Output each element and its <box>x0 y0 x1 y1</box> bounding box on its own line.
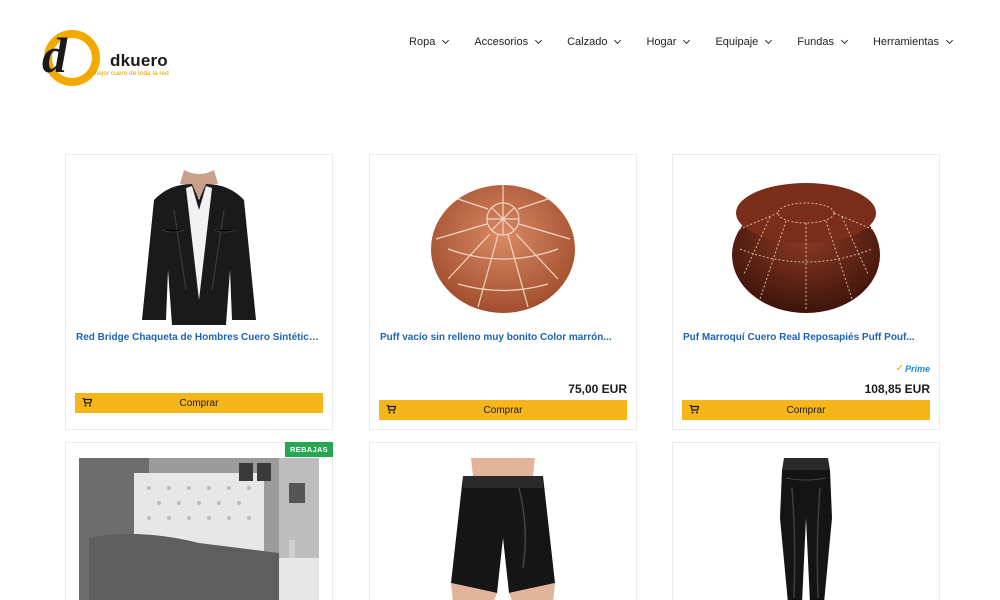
nav-item-label: Herramientas <box>872 36 939 48</box>
logo-mark-icon: d <box>42 27 100 86</box>
prime-label: Prime <box>904 363 930 374</box>
leather-jacket-image[interactable] <box>66 170 332 325</box>
site-logo[interactable]: d dkuero el mejor cuero de toda la red <box>38 24 188 88</box>
brand-name: dkuero <box>110 51 168 70</box>
product-card: REBAJAS <box>65 442 333 600</box>
buy-button-label: Comprar <box>483 404 523 416</box>
buy-button[interactable]: Comprar <box>379 400 627 420</box>
product-title-link[interactable]: Puff vacío sin relleno muy bonito Color … <box>380 332 626 343</box>
nav-item-calzado[interactable]: Calzado <box>541 36 622 48</box>
svg-text:d: d <box>42 27 68 83</box>
cart-icon <box>689 405 699 414</box>
product-card: Red Bridge Chaqueta de Hombres Cuero Sin… <box>65 154 333 430</box>
nav-item-label: Fundas <box>797 36 834 48</box>
product-price: 108,85 EUR <box>864 382 930 396</box>
leather-shorts-image[interactable] <box>370 458 636 600</box>
product-price: 75,00 EUR <box>568 382 627 396</box>
sale-badge: REBAJAS <box>285 442 333 457</box>
nav-item-accesorios[interactable]: Accesorios <box>448 36 543 48</box>
buy-button-label: Comprar <box>786 404 826 416</box>
leather-pants-image[interactable] <box>673 458 939 600</box>
nav-item-hogar[interactable]: Hogar <box>620 36 691 48</box>
nav-item-herramientas[interactable]: Herramientas <box>847 36 954 48</box>
main-nav: Ropa Accesorios Calzado Hogar Equipaje F… <box>383 36 954 48</box>
prime-check-icon: ✓ <box>895 363 904 374</box>
product-title-link[interactable]: Puf Marroquí Cuero Real Reposapiés Puff … <box>683 332 929 343</box>
buy-button-label: Comprar <box>179 397 219 409</box>
nav-item-label: Hogar <box>646 36 677 48</box>
cart-icon <box>82 398 92 407</box>
dark-leather-pouf-image[interactable] <box>673 179 939 319</box>
nav-item-label: Ropa <box>409 36 436 48</box>
nav-item-fundas[interactable]: Fundas <box>771 36 849 48</box>
nav-item-equipaje[interactable]: Equipaje <box>689 36 773 48</box>
product-title-link[interactable]: Red Bridge Chaqueta de Hombres Cuero Sin… <box>76 332 322 343</box>
leather-pouf-image[interactable] <box>370 179 636 319</box>
nav-item-label: Equipaje <box>715 36 759 48</box>
chevron-down-icon <box>945 36 954 45</box>
product-card <box>369 442 637 600</box>
nav-item-label: Calzado <box>567 36 608 48</box>
nav-item-ropa[interactable]: Ropa <box>383 36 450 48</box>
product-card: Puff vacío sin relleno muy bonito Color … <box>369 154 637 430</box>
nav-item-label: Accesorios <box>474 36 529 48</box>
site-header: d dkuero el mejor cuero de toda la red R… <box>0 0 1000 100</box>
headboard-bedroom-image[interactable] <box>78 458 320 600</box>
buy-button[interactable]: Comprar <box>75 393 323 413</box>
prime-badge: ✓ Prime <box>896 363 930 374</box>
product-card <box>672 442 940 600</box>
brand-tagline: el mejor cuero de toda la red <box>86 70 169 77</box>
buy-button[interactable]: Comprar <box>682 400 930 420</box>
product-card: Puf Marroquí Cuero Real Reposapiés Puff … <box>672 154 940 430</box>
cart-icon <box>386 405 396 414</box>
